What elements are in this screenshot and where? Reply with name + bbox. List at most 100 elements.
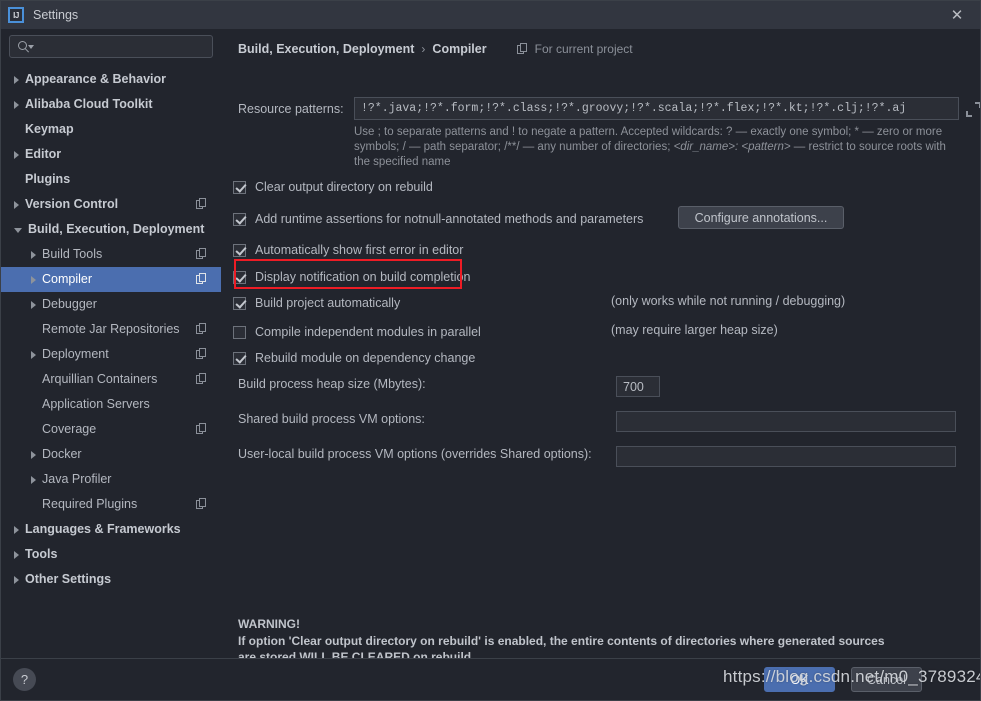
checkbox-row-clear-output-directory-on-rebuild[interactable]: Clear output directory on rebuild	[233, 178, 433, 196]
sidebar-item-editor[interactable]: Editor	[1, 142, 221, 167]
chevron-right-icon[interactable]	[14, 100, 19, 109]
breadcrumb-separator: ›	[421, 42, 426, 56]
search-icon	[18, 40, 34, 54]
sidebar-item-label: Build, Execution, Deployment	[28, 222, 205, 237]
chevron-right-icon[interactable]	[31, 250, 36, 259]
sidebar-item-java-profiler[interactable]: Java Profiler	[1, 467, 221, 492]
module-icon	[196, 423, 207, 435]
field-label-shared-build-process-vm-options: Shared build process VM options:	[238, 412, 425, 426]
checkbox-clear-output-directory-on-rebuild[interactable]	[233, 180, 246, 194]
sidebar-item-coverage[interactable]: Coverage	[1, 417, 221, 442]
chevron-right-icon[interactable]	[31, 350, 36, 359]
sidebar-item-application-servers[interactable]: Application Servers	[1, 392, 221, 417]
input-shared-build-process-vm-options[interactable]	[616, 411, 956, 432]
checkbox-label: Display notification on build completion	[255, 270, 471, 284]
warning-title: WARNING!	[238, 617, 300, 631]
search-input[interactable]	[34, 38, 212, 55]
module-icon	[196, 498, 207, 510]
sidebar-item-build-tools[interactable]: Build Tools	[1, 242, 221, 267]
sidebar-item-docker[interactable]: Docker	[1, 442, 221, 467]
sidebar-item-keymap[interactable]: Keymap	[1, 117, 221, 142]
checkbox-row-rebuild-module-on-dependency-change[interactable]: Rebuild module on dependency change	[233, 349, 475, 367]
sidebar-item-other-settings[interactable]: Other Settings	[1, 567, 221, 592]
sidebar-item-label: Version Control	[25, 197, 119, 212]
hint-part-italic: <dir_name>: <pattern>	[673, 141, 791, 153]
sidebar-item-alibaba-cloud-toolkit[interactable]: Alibaba Cloud Toolkit	[1, 92, 221, 117]
sidebar-item-debugger[interactable]: Debugger	[1, 292, 221, 317]
search-box[interactable]	[9, 35, 213, 58]
field-label-user-local-build-process-vm-options-overrides-shared-options: User-local build process VM options (ove…	[238, 447, 592, 461]
checkbox-compile-independent-modules-in-parallel[interactable]	[233, 325, 246, 339]
ok-button[interactable]: OK	[764, 667, 835, 692]
input-build-process-heap-size-mbytes[interactable]	[616, 376, 660, 397]
sidebar-item-label: Arquillian Containers	[42, 372, 158, 387]
field-label-build-process-heap-size-mbytes: Build process heap size (Mbytes):	[238, 377, 426, 391]
checkbox-label: Add runtime assertions for notnull-annot…	[255, 212, 644, 226]
sidebar-item-label: Docker	[42, 447, 82, 462]
checkbox-row-add-runtime-assertions-for-notnull-annotated-methods-and-parameters[interactable]: Add runtime assertions for notnull-annot…	[233, 210, 643, 228]
input-user-local-build-process-vm-options-overrides-shared-options[interactable]	[616, 446, 956, 467]
chevron-right-icon[interactable]	[14, 150, 19, 159]
sidebar-item-label: Remote Jar Repositories	[42, 322, 180, 337]
checkbox-automatically-show-first-error-in-editor[interactable]	[233, 243, 246, 257]
checkbox-label: Clear output directory on rebuild	[255, 180, 433, 194]
sidebar-item-tools[interactable]: Tools	[1, 542, 221, 567]
chevron-right-icon[interactable]	[31, 300, 36, 309]
chevron-down-icon[interactable]	[14, 228, 22, 233]
sidebar-item-appearance-behavior[interactable]: Appearance & Behavior	[1, 67, 221, 92]
resource-patterns-field[interactable]	[354, 97, 980, 120]
sidebar-item-build-execution-deployment[interactable]: Build, Execution, Deployment	[1, 217, 221, 242]
compiler-settings-panel: Build, Execution, Deployment › Compiler …	[221, 29, 980, 664]
chevron-right-icon[interactable]	[14, 575, 19, 584]
checkbox-add-runtime-assertions-for-notnull-annotated-methods-and-parameters[interactable]	[233, 212, 246, 226]
module-icon	[516, 43, 529, 55]
sidebar-item-label: Tools	[25, 547, 58, 562]
sidebar-item-label: Alibaba Cloud Toolkit	[25, 97, 153, 112]
chevron-right-icon[interactable]	[31, 450, 36, 459]
checkbox-row-compile-independent-modules-in-parallel[interactable]: Compile independent modules in parallel	[233, 323, 481, 341]
chevron-right-icon[interactable]	[31, 275, 36, 284]
module-icon	[196, 373, 207, 385]
close-icon[interactable]: ✕	[934, 1, 980, 29]
chevron-right-icon[interactable]	[14, 550, 19, 559]
sidebar-item-remote-jar-repositories[interactable]: Remote Jar Repositories	[1, 317, 221, 342]
expand-icon[interactable]	[965, 101, 980, 118]
cancel-button[interactable]: Cancel	[851, 667, 922, 692]
sidebar-item-label: Debugger	[42, 297, 97, 312]
resource-patterns-input[interactable]	[355, 102, 958, 115]
sidebar-item-plugins[interactable]: Plugins	[1, 167, 221, 192]
checkbox-rebuild-module-on-dependency-change[interactable]	[233, 351, 246, 365]
sidebar-item-label: Plugins	[25, 172, 71, 187]
chevron-right-icon[interactable]	[31, 475, 36, 484]
search-container	[1, 29, 221, 58]
checkbox-row-display-notification-on-build-completion[interactable]: Display notification on build completion	[233, 268, 470, 286]
sidebar-item-required-plugins[interactable]: Required Plugins	[1, 492, 221, 517]
sidebar-item-version-control[interactable]: Version Control	[1, 192, 221, 217]
module-icon	[196, 273, 207, 285]
checkbox-build-project-automatically[interactable]	[233, 296, 246, 310]
chevron-right-icon[interactable]	[14, 75, 19, 84]
configure-annotations-button[interactable]: Configure annotations...	[678, 206, 844, 229]
breadcrumb-current: Compiler	[432, 42, 487, 56]
sidebar-item-label: Keymap	[25, 122, 74, 137]
help-button[interactable]: ?	[13, 668, 36, 691]
sidebar-item-label: Appearance & Behavior	[25, 72, 167, 87]
checkbox-label: Automatically show first error in editor	[255, 243, 464, 257]
sidebar-item-deployment[interactable]: Deployment	[1, 342, 221, 367]
sidebar-item-arquillian-containers[interactable]: Arquillian Containers	[1, 367, 221, 392]
sidebar-item-label: Java Profiler	[42, 472, 112, 487]
sidebar-item-compiler[interactable]: Compiler	[1, 267, 221, 292]
sidebar-item-label: Coverage	[42, 422, 97, 437]
scope-label: For current project	[534, 42, 633, 56]
checkbox-row-automatically-show-first-error-in-editor[interactable]: Automatically show first error in editor	[233, 241, 463, 259]
settings-dialog: IJ Settings ✕ Appearance & Behavior Aliba…	[0, 0, 981, 701]
sidebar-item-languages-frameworks[interactable]: Languages & Frameworks	[1, 517, 221, 542]
checkbox-display-notification-on-build-completion[interactable]	[233, 270, 246, 284]
breadcrumb-parent[interactable]: Build, Execution, Deployment	[238, 42, 414, 56]
sidebar-item-label: Build Tools	[42, 247, 103, 262]
module-icon	[196, 248, 207, 260]
sidebar-item-label: Languages & Frameworks	[25, 522, 181, 537]
chevron-right-icon[interactable]	[14, 200, 19, 209]
checkbox-row-build-project-automatically[interactable]: Build project automatically	[233, 294, 400, 312]
chevron-right-icon[interactable]	[14, 525, 19, 534]
